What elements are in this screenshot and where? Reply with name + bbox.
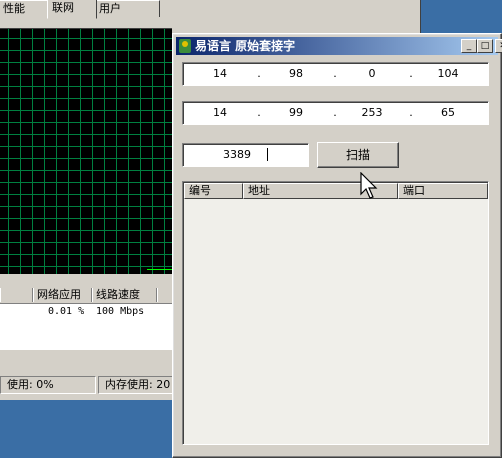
utilization-value: 0.01 % (48, 306, 85, 317)
port-input[interactable]: 3389 (182, 143, 309, 167)
ip-octet[interactable]: 0 (349, 67, 395, 80)
raw-socket-window: 易语言 原始套接字 _ □ ✕ 14 . 98 . 0 . 104 14 . 9… (172, 33, 502, 458)
task-manager-edge (410, 0, 421, 36)
cpu-usage-status: 使用: 0% (0, 376, 96, 394)
column-header[interactable] (0, 288, 33, 302)
ip-separator: . (257, 106, 261, 119)
network-table-header: 网络应用 线路速度 (0, 288, 177, 304)
column-header-link-speed[interactable]: 线路速度 (92, 288, 157, 302)
results-list-header: 编号 地址 端口 (184, 183, 488, 199)
ip-octet[interactable]: 104 (425, 67, 471, 80)
ip-separator: . (409, 67, 413, 80)
ip-octet[interactable]: 253 (349, 106, 395, 119)
network-graph-line (147, 269, 172, 270)
maximize-button[interactable]: □ (477, 39, 493, 53)
app-icon (179, 39, 191, 53)
status-bar: 使用: 0% 内存使用: 20 (0, 376, 180, 394)
ip-octet[interactable]: 98 (273, 67, 319, 80)
minimize-button[interactable]: _ (461, 39, 477, 53)
app-icon-dot (182, 41, 188, 47)
column-header-port[interactable]: 端口 (398, 183, 488, 199)
scan-button[interactable]: 扫描 (317, 142, 399, 168)
ip-octet[interactable]: 14 (197, 106, 243, 119)
ip-octet[interactable]: 14 (197, 67, 243, 80)
close-button[interactable]: ✕ (495, 39, 502, 53)
ip-separator: . (333, 67, 337, 80)
ip-separator: . (333, 106, 337, 119)
mouse-pointer-icon (360, 172, 378, 199)
column-header-utilization[interactable]: 网络应用 (33, 288, 92, 302)
ip-octet[interactable]: 99 (273, 106, 319, 119)
port-value: 3389 (223, 148, 251, 161)
title-bar[interactable]: 易语言 原始套接字 _ □ ✕ (176, 37, 502, 55)
start-ip-input[interactable]: 14 . 98 . 0 . 104 (182, 62, 489, 86)
text-caret (267, 148, 268, 161)
ip-octet[interactable]: 65 (425, 106, 471, 119)
results-list[interactable]: 编号 地址 端口 (182, 181, 489, 445)
tab-users[interactable]: 用户 (94, 0, 160, 17)
network-graph (0, 28, 172, 274)
window-title: 易语言 原始套接字 (195, 39, 296, 53)
column-header-number[interactable]: 编号 (184, 183, 243, 199)
network-table-row[interactable]: 0.01 % 100 Mbps (0, 304, 172, 350)
tab-networking[interactable]: 联网 (47, 0, 97, 19)
ip-separator: . (409, 106, 413, 119)
horizontal-scrollbar[interactable] (0, 351, 172, 365)
ip-separator: . (257, 67, 261, 80)
link-speed-value: 100 Mbps (96, 306, 145, 317)
memory-usage-status: 内存使用: 20 (98, 376, 180, 394)
end-ip-input[interactable]: 14 . 99 . 253 . 65 (182, 101, 489, 125)
tab-performance[interactable]: 性能 (0, 0, 48, 17)
